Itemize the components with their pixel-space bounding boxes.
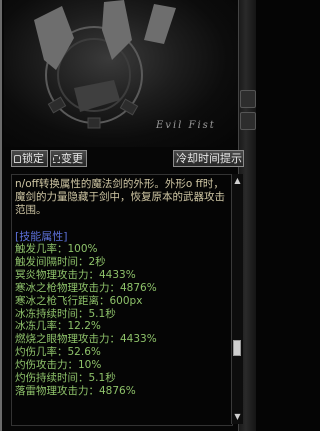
attribute-row: 冰冻几率：12.2% xyxy=(15,320,101,333)
change-button[interactable]: 变更 xyxy=(50,150,87,167)
skill-description: n/off转换属性的魔法剑的外形。外形o ff时，魔剑的力量隐藏于剑中，恢复原本… xyxy=(15,178,225,216)
lock-button[interactable]: 锁定 xyxy=(11,150,48,167)
skill-attributes-title: [技能属性] xyxy=(15,230,68,243)
attribute-row: 灼伤几率：52.6% xyxy=(15,346,101,359)
skill-toolbar: 锁定 变更 冷却时间提示 xyxy=(11,150,273,170)
attribute-row: 触发几率：100% xyxy=(15,243,98,255)
attribute-row: 燃烧之眼物理攻击力：4433% xyxy=(15,333,157,346)
attribute-row: 冥炎物理攻击力：4433% xyxy=(15,268,136,281)
attribute-row: 寒冰之枪飞行距离：600px xyxy=(15,294,143,307)
unlock-icon xyxy=(53,155,60,163)
side-tab-2[interactable] xyxy=(240,112,256,130)
attribute-row: 落雷物理攻击力：4876% xyxy=(15,384,136,397)
cooldown-hint-button[interactable]: 冷却时间提示 xyxy=(173,150,244,167)
skill-description-box: n/off转换属性的魔法剑的外形。外形o ff时，魔剑的力量隐藏于剑中，恢复原本… xyxy=(11,174,233,426)
banner-logo-text: Evil Fist xyxy=(156,120,216,131)
skill-banner: Evil Fist xyxy=(4,0,238,147)
side-tab-1[interactable] xyxy=(240,90,256,108)
attribute-row: 寒冰之枪物理攻击力：4876% xyxy=(15,281,157,294)
change-button-label: 变更 xyxy=(61,152,83,165)
skill-attribute-list: 触发几率：100% 触发间隔时间：2秒 冥炎物理攻击力：4433% 寒冰之枪物理… xyxy=(12,243,232,398)
attribute-row: 触发间隔时间：2秒 xyxy=(15,255,106,268)
attribute-row: 灼伤攻击力：10% xyxy=(15,359,102,372)
lock-icon xyxy=(14,155,21,163)
scroll-down-arrow-icon[interactable]: ▼ xyxy=(233,412,242,421)
attribute-row: 冰冻持续时间：5.1秒 xyxy=(15,307,116,320)
attribute-row: 灼伤持续时间：5.1秒 xyxy=(15,372,116,385)
scroll-up-arrow-icon[interactable]: ▲ xyxy=(233,176,242,185)
skill-tooltip-panel: Evil Fist 锁定 变更 冷却时间提示 n/off转换属性的魔法剑的外形。… xyxy=(0,0,256,431)
lock-button-label: 锁定 xyxy=(22,152,44,165)
description-scrollbar[interactable]: ▲ ▼ xyxy=(231,174,243,424)
scrollbar-thumb[interactable] xyxy=(233,340,241,356)
